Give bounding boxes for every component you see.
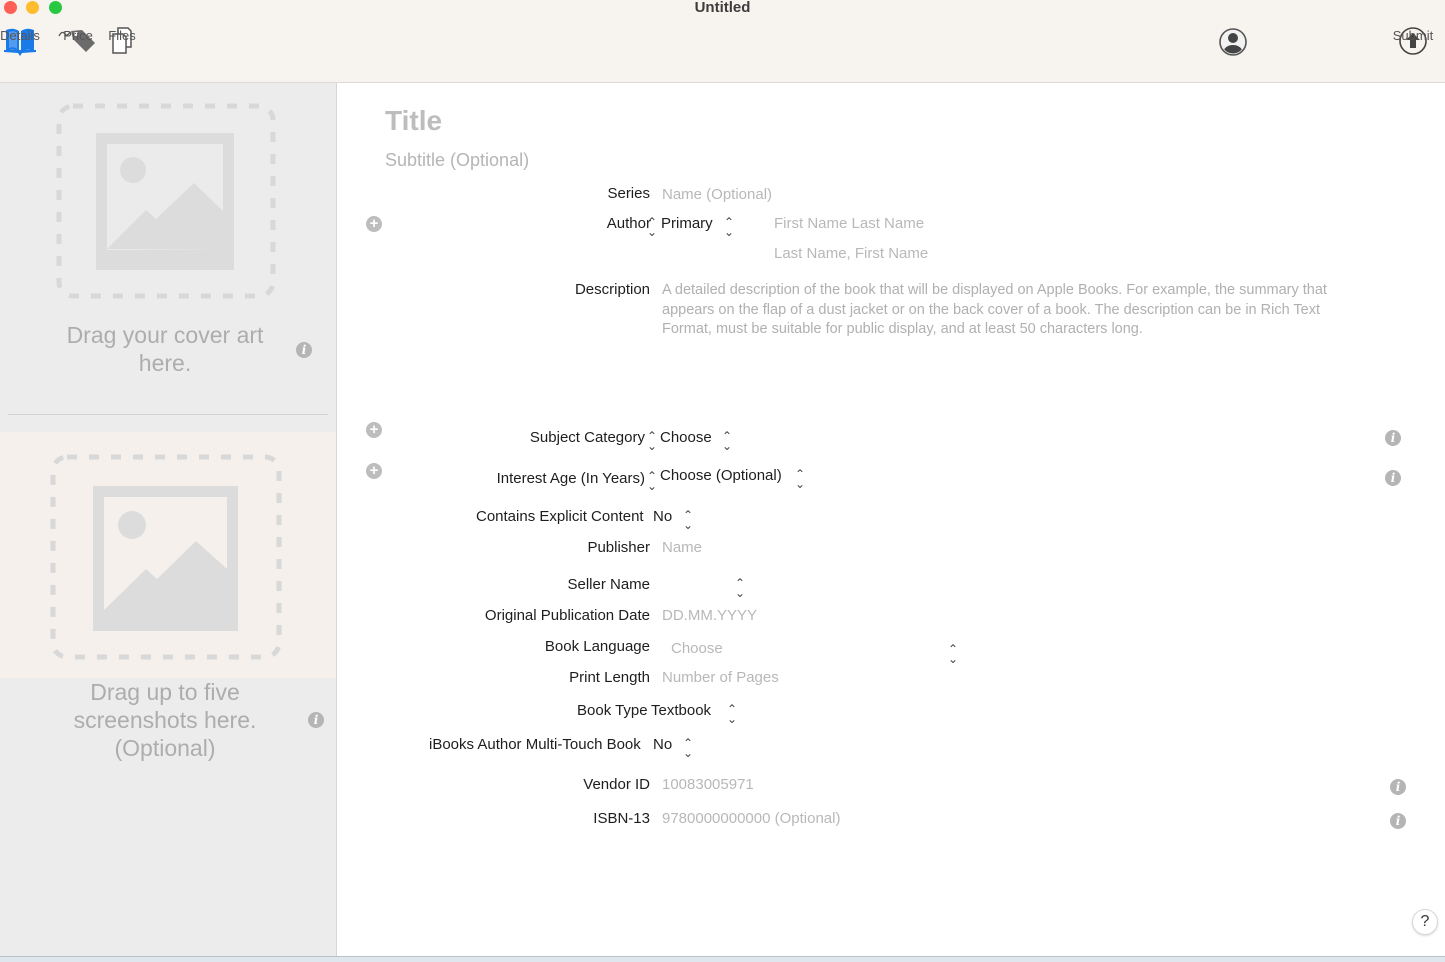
help-button[interactable]: ? <box>1412 909 1438 935</box>
seller-name-chevron-icon[interactable]: ⌃ ⌄ <box>735 577 745 599</box>
details-form: Title Subtitle (Optional) Series Name (O… <box>337 83 1445 956</box>
explicit-content-label: Contains Explicit Content <box>476 508 644 525</box>
print-length-label: Print Length <box>569 669 650 686</box>
vendor-id-info-icon[interactable]: i <box>1390 779 1406 795</box>
media-sidebar: Drag your cover art here. i Drag up to f… <box>0 83 337 956</box>
interest-age-select[interactable]: Choose (Optional) <box>660 467 782 484</box>
book-language-label: Book Language <box>544 638 650 655</box>
multitouch-label: iBooks Author Multi-Touch Book <box>429 736 641 753</box>
author-type-chevron-icon[interactable]: ⌃ ⌄ <box>647 216 657 238</box>
book-language-chevron-icon[interactable]: ⌃ ⌄ <box>948 643 958 665</box>
author-label: Author <box>606 215 651 232</box>
isbn-label: ISBN-13 <box>593 810 650 827</box>
publication-date-input[interactable]: DD.MM.YYYY <box>662 607 757 624</box>
window-bottom-edge <box>0 956 1445 962</box>
series-label: Series <box>607 185 650 202</box>
category-scheme-chevron-icon[interactable]: ⌃ ⌄ <box>647 430 657 452</box>
add-interest-age-icon[interactable]: + <box>366 463 382 479</box>
vendor-id-label: Vendor ID <box>583 776 650 793</box>
subject-category-chevron-icon[interactable]: ⌃ ⌄ <box>722 430 732 452</box>
description-input[interactable]: A detailed description of the book that … <box>662 281 1352 340</box>
vendor-id-input[interactable]: 10083005971 <box>662 776 754 793</box>
interest-age-label: Interest Age (In Years) <box>496 470 645 487</box>
author-sort-name-input[interactable]: Last Name, First Name <box>774 245 928 262</box>
explicit-content-select[interactable]: No <box>653 508 672 525</box>
image-placeholder-icon <box>56 103 276 299</box>
book-type-label: Book Type <box>577 702 648 719</box>
author-role-select[interactable]: Primary <box>661 215 713 232</box>
series-input[interactable]: Name (Optional) <box>662 186 772 203</box>
book-language-select[interactable]: Choose <box>671 640 723 657</box>
cover-art-drop-zone[interactable]: Drag your cover art here. i <box>0 83 336 415</box>
cover-art-instructions: Drag your cover art here. <box>66 322 264 376</box>
explicit-content-chevron-icon[interactable]: ⌃ ⌄ <box>683 509 693 531</box>
screenshots-info-icon[interactable]: i <box>308 712 324 728</box>
subject-category-label: Subject Category <box>529 429 645 446</box>
publication-date-label: Original Publication Date <box>484 607 650 624</box>
print-length-input[interactable]: Number of Pages <box>662 669 779 686</box>
publisher-input[interactable]: Name <box>662 539 702 556</box>
isbn-input[interactable]: 9780000000000 (Optional) <box>662 810 840 827</box>
publisher-label: Publisher <box>587 539 650 556</box>
submit-label: Submit <box>1392 28 1434 43</box>
sidebar-divider <box>8 414 328 415</box>
author-name-input[interactable]: First Name Last Name <box>774 215 924 232</box>
screenshots-drop-zone[interactable] <box>0 432 336 678</box>
add-category-icon[interactable]: + <box>366 422 382 438</box>
multitouch-select[interactable]: No <box>653 736 672 753</box>
isbn-info-icon[interactable]: i <box>1390 813 1406 829</box>
subject-category-info-icon[interactable]: i <box>1385 430 1401 446</box>
submit-button[interactable]: Submit <box>1393 24 1433 58</box>
toolbar-details-label: Details <box>0 28 40 43</box>
cover-info-icon[interactable]: i <box>296 342 312 358</box>
author-role-chevron-icon[interactable]: ⌃ ⌄ <box>724 216 734 238</box>
subtitle-input[interactable]: Subtitle (Optional) <box>385 150 529 171</box>
title-input[interactable]: Title <box>385 105 442 137</box>
toolbar-price-label: Price <box>63 28 93 43</box>
book-type-select[interactable]: Textbook <box>651 702 711 719</box>
account-icon[interactable] <box>1218 27 1248 62</box>
toolbar-files-label: Files <box>108 28 136 43</box>
add-author-icon[interactable]: + <box>366 216 382 232</box>
toolbar-files-button[interactable]: Files <box>108 24 136 58</box>
image-placeholder-icon <box>50 454 282 660</box>
toolbar: Untitled Details Price Files Submit <box>0 0 1445 83</box>
interest-age-info-icon[interactable]: i <box>1385 470 1401 486</box>
description-label: Description <box>574 281 650 298</box>
window-title: Untitled <box>694 0 751 16</box>
screenshots-instructions: Drag up to five screenshots here. (Optio… <box>73 679 257 761</box>
subject-category-select[interactable]: Choose <box>660 429 712 446</box>
seller-name-label: Seller Name <box>567 576 650 593</box>
toolbar-details-button[interactable]: Details <box>0 24 40 58</box>
interest-age-chevron-icon[interactable]: ⌃ ⌄ <box>795 468 805 490</box>
multitouch-chevron-icon[interactable]: ⌃ ⌄ <box>683 737 693 759</box>
interest-age-type-chevron-icon[interactable]: ⌃ ⌄ <box>647 470 657 492</box>
book-type-chevron-icon[interactable]: ⌃ ⌄ <box>727 703 737 725</box>
toolbar-price-button[interactable]: Price <box>58 24 98 58</box>
